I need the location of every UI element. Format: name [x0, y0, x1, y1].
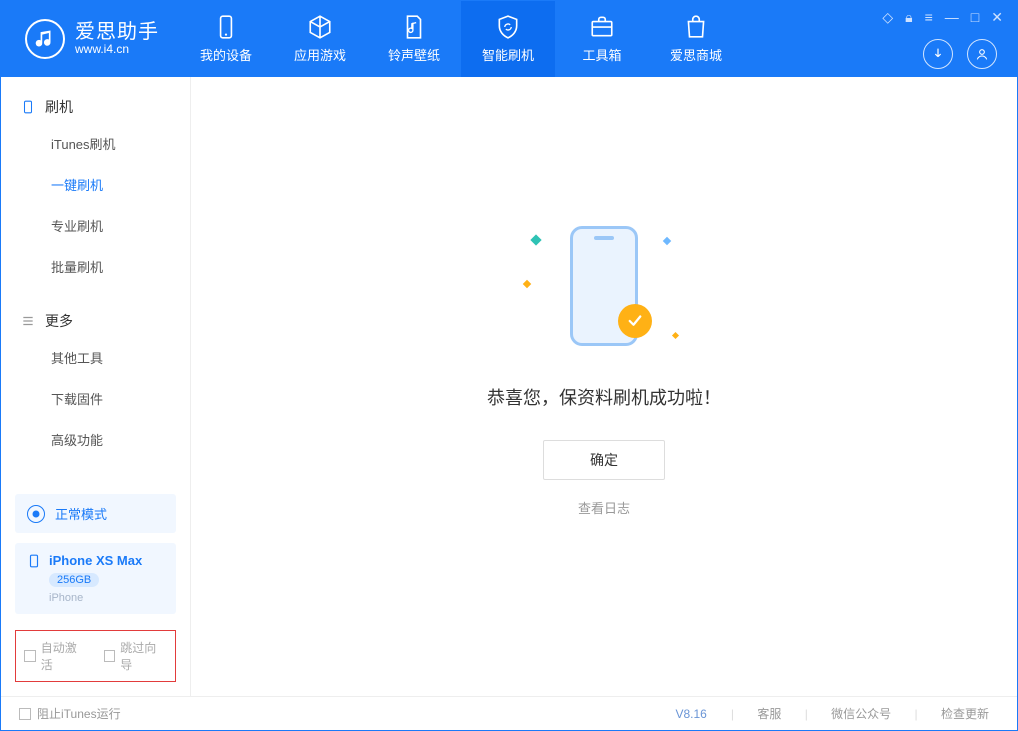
device-capacity: 256GB — [49, 573, 99, 587]
sidebar-item-oneclick-flash[interactable]: 一键刷机 — [1, 164, 190, 205]
tab-toolbox[interactable]: 工具箱 — [555, 1, 649, 77]
success-illustration — [494, 216, 714, 356]
sidebar-item-advanced[interactable]: 高级功能 — [1, 419, 190, 460]
tab-flash[interactable]: 智能刷机 — [461, 1, 555, 77]
logo: 爱思助手 www.i4.cn — [1, 1, 179, 77]
view-log-link[interactable]: 查看日志 — [578, 498, 630, 517]
checkbox-icon — [19, 708, 31, 720]
checkbox-skip-guide[interactable]: 跳过向导 — [104, 639, 168, 673]
mode-dot-icon — [27, 505, 45, 523]
flash-options-highlight: 自动激活 跳过向导 — [15, 630, 176, 682]
phone-icon — [21, 100, 35, 114]
tab-my-device[interactable]: 我的设备 — [179, 1, 273, 77]
link-wechat[interactable]: 微信公众号 — [831, 707, 891, 721]
logo-title: 爱思助手 — [75, 21, 159, 43]
shirt-icon[interactable]: ◇ — [882, 9, 893, 26]
version-label: V8.16 — [676, 707, 707, 721]
close-icon[interactable]: ✕ — [991, 9, 1003, 26]
sidebar-item-itunes-flash[interactable]: iTunes刷机 — [1, 123, 190, 164]
sidebar-item-other-tools[interactable]: 其他工具 — [1, 337, 190, 378]
sidebar-group-flash: 刷机 — [1, 91, 190, 123]
sidebar-item-batch-flash[interactable]: 批量刷机 — [1, 246, 190, 287]
sidebar: 刷机 iTunes刷机 一键刷机 专业刷机 批量刷机 更多 其他工具 下载固件 … — [1, 77, 191, 696]
download-button[interactable] — [923, 39, 953, 69]
footer-links: | 客服 | 微信公众号 | 检查更新 — [721, 705, 999, 722]
header-actions — [923, 39, 997, 69]
link-support[interactable]: 客服 — [757, 707, 781, 721]
tab-ringtones[interactable]: 铃声壁纸 — [367, 1, 461, 77]
link-check-update[interactable]: 检查更新 — [941, 707, 989, 721]
device-type: iPhone — [49, 592, 164, 604]
briefcase-icon — [589, 14, 615, 40]
main-content: 恭喜您，保资料刷机成功啦！ 确定 查看日志 — [191, 77, 1017, 696]
list-icon — [21, 314, 35, 328]
sidebar-item-download-firmware[interactable]: 下载固件 — [1, 378, 190, 419]
checkbox-block-itunes[interactable]: 阻止iTunes运行 — [19, 705, 121, 722]
ok-button[interactable]: 确定 — [543, 440, 665, 480]
mode-indicator[interactable]: 正常模式 — [15, 494, 176, 533]
window-controls: ◇ 🔒︎ ≡ — □ ✕ — [882, 9, 1003, 26]
device-icon — [213, 14, 239, 40]
sidebar-item-pro-flash[interactable]: 专业刷机 — [1, 205, 190, 246]
minimize-icon[interactable]: — — [945, 9, 959, 26]
menu-icon[interactable]: ≡ — [925, 9, 933, 26]
cube-icon — [307, 14, 333, 40]
music-file-icon — [401, 14, 427, 40]
bag-icon — [683, 14, 709, 40]
maximize-icon[interactable]: □ — [971, 9, 979, 26]
logo-icon — [25, 19, 65, 59]
logo-subtitle: www.i4.cn — [75, 43, 159, 56]
tab-store[interactable]: 爱思商城 — [649, 1, 743, 77]
tab-apps[interactable]: 应用游戏 — [273, 1, 367, 77]
shield-refresh-icon — [495, 14, 521, 40]
checkbox-icon — [104, 650, 116, 662]
lock-icon[interactable]: 🔒︎ — [905, 9, 912, 26]
app-header: 爱思助手 www.i4.cn 我的设备 应用游戏 铃声壁纸 智能刷机 工具箱 爱… — [1, 1, 1017, 77]
footer: 阻止iTunes运行 V8.16 | 客服 | 微信公众号 | 检查更新 — [1, 696, 1017, 730]
success-message: 恭喜您，保资料刷机成功啦！ — [487, 384, 721, 410]
device-name: iPhone XS Max — [49, 553, 142, 568]
sidebar-group-more: 更多 — [1, 305, 190, 337]
phone-small-icon — [27, 554, 41, 568]
checkbox-icon — [24, 650, 36, 662]
account-button[interactable] — [967, 39, 997, 69]
device-info[interactable]: iPhone XS Max 256GB iPhone — [15, 543, 176, 614]
check-badge-icon — [618, 304, 652, 338]
checkbox-auto-activate[interactable]: 自动激活 — [24, 639, 88, 673]
